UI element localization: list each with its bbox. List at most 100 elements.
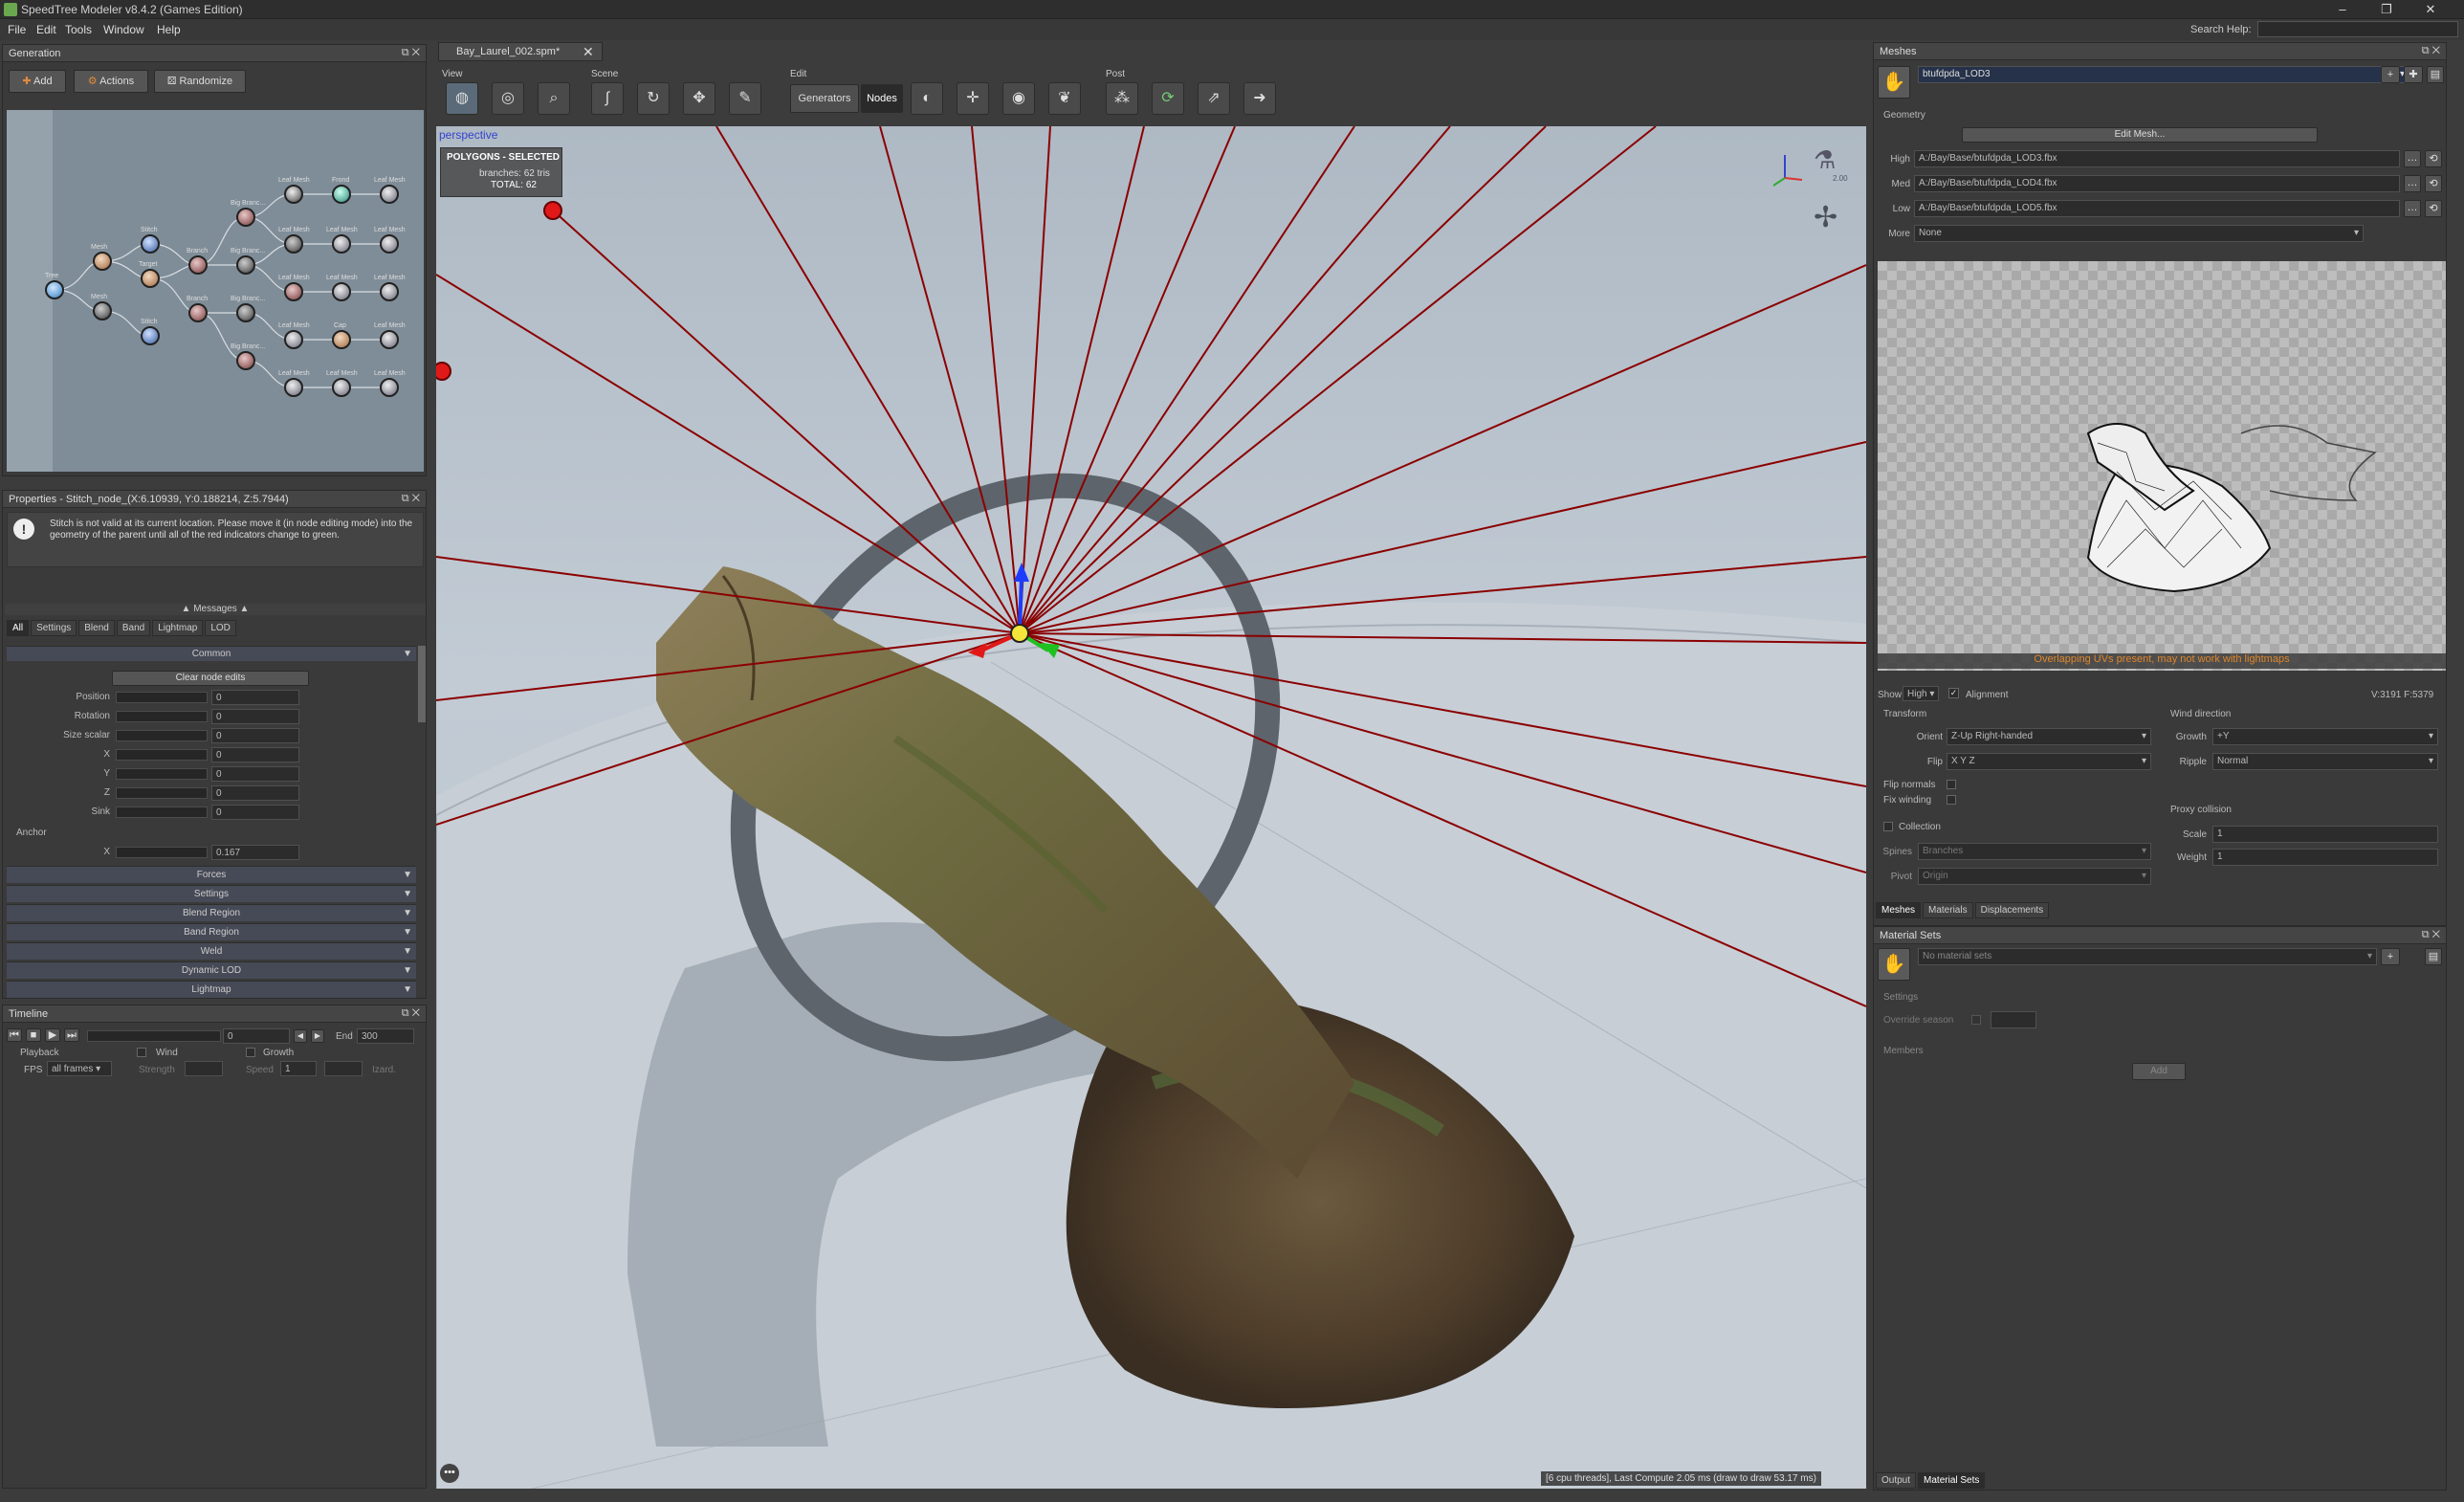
record-icon[interactable]: ◉ (1002, 82, 1035, 115)
clipboard-icon[interactable]: ▤ (2427, 66, 2444, 83)
fan-wind-icon[interactable]: ✢ (1814, 201, 1837, 234)
node-leaf-mesh-b[interactable] (284, 234, 303, 254)
section-forces[interactable]: Forces ▼ (7, 866, 416, 883)
hand-icon[interactable]: ✋ (1878, 66, 1910, 99)
arrow-right-icon[interactable]: ➜ (1243, 82, 1276, 115)
panel-float-close-icon[interactable]: ⧉ ✕ (2422, 45, 2440, 57)
tab-blend[interactable]: Blend (78, 620, 115, 636)
z-slider[interactable] (116, 787, 208, 799)
add-node-icon[interactable]: ✛ (957, 82, 989, 115)
3d-viewport[interactable]: perspective POLYGONS - SELECTED branches… (436, 126, 1866, 1489)
node-graph[interactable]: Tree Mesh Mesh Stitch Target Stitch Bran… (7, 110, 424, 472)
curve-field[interactable] (324, 1061, 363, 1076)
node-big-branch-3[interactable] (236, 303, 255, 322)
node-leaf-mesh-a[interactable] (284, 185, 303, 204)
tab-material-sets[interactable]: Material Sets (1918, 1472, 1986, 1489)
node-big-branch-2[interactable] (236, 255, 255, 275)
node-stitch-2[interactable] (141, 326, 160, 345)
rewind-icon[interactable]: ⏮ (7, 1028, 22, 1042)
add-material-set-icon[interactable]: + (2381, 948, 2400, 965)
browse-icon[interactable]: … (2404, 200, 2421, 217)
fix-winding-checkbox[interactable] (1947, 795, 1956, 805)
material-set-select[interactable]: No material sets ▾ (1918, 948, 2377, 965)
reload-icon[interactable]: ⟲ (2425, 200, 2442, 217)
sink-slider[interactable] (116, 806, 208, 818)
nodes-button[interactable]: Nodes (861, 84, 903, 113)
node-branch-1[interactable] (188, 255, 208, 275)
tab-materials[interactable]: Materials (1923, 902, 1973, 918)
node-leaf-mesh-d[interactable] (284, 330, 303, 349)
reload-icon[interactable]: ⟲ (2425, 175, 2442, 192)
add-button[interactable]: ✚ Add (9, 70, 66, 93)
ripple-select[interactable]: Normal ▾ (2212, 753, 2438, 770)
node-leaf-mesh-f[interactable] (332, 234, 351, 254)
node-leaf-mesh-m[interactable] (380, 378, 399, 397)
close-tab-icon[interactable]: ✕ (583, 44, 594, 60)
export-icon[interactable]: ⇗ (1198, 82, 1230, 115)
node-leaf-mesh-i[interactable] (380, 185, 399, 204)
flip-select[interactable]: X Y Z ▾ (1947, 753, 2151, 770)
more-options-icon[interactable]: ••• (440, 1464, 459, 1483)
panel-float-close-icon[interactable]: ⧉ ✕ (402, 1007, 420, 1020)
season-field[interactable] (1991, 1011, 2036, 1028)
lod-low-path[interactable]: A:/Bay/Base/btufdpda_LOD5.fbx (1914, 200, 2400, 217)
rotation-field[interactable]: 0 (211, 709, 299, 724)
section-lightmap[interactable]: Lightmap ▼ (7, 981, 416, 998)
add-mesh-icon[interactable]: + (2381, 66, 2400, 83)
actions-button[interactable]: ⚙ Actions (74, 70, 148, 93)
node-leaf-mesh-k[interactable] (380, 282, 399, 301)
camera-light-icon[interactable]: ⚗ (1814, 145, 1836, 175)
step-back-icon[interactable]: ◀ (294, 1029, 307, 1043)
randomize-button[interactable]: ⚄ Randomize (154, 70, 246, 93)
node-big-branch-4[interactable] (236, 351, 255, 370)
pencil-icon[interactable]: ✎ (729, 82, 761, 115)
node-leaf-mesh-h[interactable] (332, 378, 351, 397)
rotate-icon[interactable]: ↻ (637, 82, 670, 115)
nodes-graph-icon[interactable]: ⁂ (1106, 82, 1138, 115)
timeline-scrubber[interactable] (87, 1030, 221, 1042)
fps-select[interactable]: all frames ▾ (47, 1061, 112, 1076)
anchor-x-slider[interactable] (116, 847, 208, 858)
add-icon[interactable]: ✚ (2404, 66, 2423, 83)
tab-settings[interactable]: Settings (31, 620, 77, 636)
node-leaf-mesh-e[interactable] (284, 378, 303, 397)
curve-tool-icon[interactable]: ∫ (591, 82, 624, 115)
z-field[interactable]: 0 (211, 785, 299, 801)
lod-high-path[interactable]: A:/Bay/Base/btufdpda_LOD3.fbx (1914, 150, 2400, 167)
weight-field[interactable]: 1 (2212, 849, 2438, 866)
node-mesh-1[interactable] (93, 252, 112, 271)
menu-tools[interactable]: Tools (65, 23, 92, 36)
anchor-x-field[interactable]: 0.167 (211, 845, 299, 860)
step-forward-icon[interactable]: ▶ (311, 1029, 324, 1043)
x-field[interactable]: 0 (211, 747, 299, 762)
panel-float-close-icon[interactable]: ⧉ ✕ (402, 493, 420, 505)
sink-field[interactable]: 0 (211, 805, 299, 820)
collection-checkbox[interactable] (1883, 822, 1893, 831)
forward-icon[interactable]: ⏭ (64, 1028, 79, 1042)
show-select[interactable]: High ▾ (1903, 686, 1939, 701)
section-settings[interactable]: Settings ▼ (7, 885, 416, 902)
zoom-icon[interactable]: ⌕ (538, 82, 570, 115)
node-cap[interactable] (332, 330, 351, 349)
generators-button[interactable]: Generators (790, 84, 859, 113)
override-season-checkbox[interactable] (1971, 1015, 1981, 1025)
browse-icon[interactable]: … (2404, 175, 2421, 192)
x-slider[interactable] (116, 749, 208, 761)
reload-icon[interactable]: ⟲ (2425, 150, 2442, 167)
tab-band[interactable]: Band (116, 620, 151, 636)
play-icon[interactable]: ▶ (45, 1028, 60, 1042)
move-icon[interactable]: ✥ (683, 82, 715, 115)
end-field[interactable]: 300 (357, 1028, 414, 1044)
color-wheel-icon[interactable]: ◐ (911, 82, 943, 115)
position-slider[interactable] (116, 692, 208, 703)
spines-select[interactable]: Branches ▾ (1918, 843, 2151, 860)
browse-icon[interactable]: … (2404, 150, 2421, 167)
orient-select[interactable]: Z-Up Right-handed ▾ (1947, 728, 2151, 745)
tab-all[interactable]: All (7, 620, 30, 636)
stop-icon[interactable]: ■ (26, 1028, 41, 1042)
node-frond[interactable] (332, 185, 351, 204)
orbit-icon[interactable]: ◎ (492, 82, 524, 115)
pivot-select[interactable]: Origin ▾ (1918, 868, 2151, 885)
document-tab[interactable]: Bay_Laurel_002.spm* ✕ (438, 42, 603, 61)
growth-select[interactable]: +Y ▾ (2212, 728, 2438, 745)
